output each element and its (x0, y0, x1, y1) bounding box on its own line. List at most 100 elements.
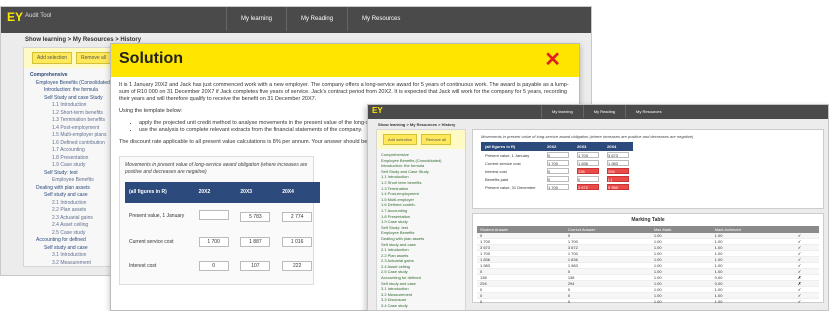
table-cell: 0 (564, 298, 651, 306)
value-cell[interactable]: (-) (607, 176, 629, 182)
table-header: Student Answer (477, 226, 565, 233)
table-cell: 0 (477, 298, 565, 306)
answer-table: (all figures in R) 20X2 20X3 20X4 Presen… (481, 142, 633, 191)
logo-subtitle: Audit Tool (25, 13, 52, 19)
value-cell[interactable] (198, 210, 229, 220)
value-cell[interactable]: 0 (547, 168, 569, 174)
value-cell[interactable]: 1 887 (240, 237, 271, 247)
row-label: Current service cost (129, 238, 174, 245)
table-row: Current service cost 1 700 1 836 1 983 (481, 159, 633, 167)
table-row: Interest cost 0 136 294 (481, 167, 633, 175)
tree-item[interactable]: 1.2 Short-term benefits (30, 110, 116, 118)
value-cell[interactable]: 5 950 (607, 184, 629, 190)
nav-tab-my-resources[interactable]: My Resources (625, 105, 672, 118)
tree-item[interactable]: 2.3 Actuarial gains (30, 215, 116, 223)
nav-tabs: My learning My Reading My Resources (226, 7, 414, 31)
value-cell[interactable]: 107 (240, 261, 271, 271)
sidebar-panel: Add selection Remove all Comprehensive Em… (376, 129, 466, 310)
tree-item[interactable]: 2.5 Case study (30, 230, 116, 238)
remove-all-button[interactable]: Remove all (421, 134, 452, 145)
add-selection-button[interactable]: Add selection (383, 134, 418, 145)
table-header (794, 226, 819, 233)
nav-tabs: My learning My Reading My Resources (541, 105, 672, 118)
top-nav-bar: EY Audit Tool My learning My Reading My … (1, 7, 591, 33)
top-nav-bar: EY My learning My Reading My Resources (368, 105, 828, 119)
tree-item[interactable]: Self Study: test (30, 170, 116, 178)
tree-item[interactable]: 1.1 Introduction (30, 102, 116, 110)
table-header: (all figures in R) (481, 142, 543, 151)
tree-item[interactable]: Employee Benefits (Consolidated) (30, 80, 116, 88)
value-cell[interactable]: 1 700 (198, 237, 229, 247)
close-icon[interactable]: ✕ (544, 47, 561, 72)
nav-tab-my-resources[interactable]: My Resources (347, 7, 414, 31)
row-label: Current service cost (485, 160, 521, 166)
ey-logo: EY (372, 106, 383, 115)
remove-all-button[interactable]: Remove all (76, 52, 112, 64)
value-cell[interactable]: 136 (577, 168, 599, 174)
value-cell[interactable]: 1 836 (577, 160, 599, 166)
tree-item[interactable]: Accounting for defined (30, 237, 116, 245)
sidebar-panel: Add selection Remove all Comprehensive Em… (23, 47, 123, 267)
marking-table: Student Answer Correct Answer Max Mark M… (477, 226, 819, 306)
table-header: 20X2 (194, 182, 237, 203)
table-header: Mark Achieved (711, 226, 795, 233)
problem-text: It is 1 January 20X2 and Jack has just c… (119, 82, 569, 102)
value-cell[interactable]: 2 774 (282, 211, 313, 222)
panel-caption: Movements in present value of long-servi… (481, 134, 694, 139)
modal-header: Solution ✕ (111, 44, 579, 77)
value-cell[interactable]: 1 700 (577, 152, 599, 158)
main-content: Movements in present value of long-servi… (472, 129, 824, 309)
nav-tab-my-learning[interactable]: My learning (226, 7, 286, 31)
row-label: Present value, 31 December (485, 184, 536, 190)
tree-item[interactable]: Employee Benefits (30, 177, 116, 185)
tree-item[interactable]: 1.3 Termination benefits (30, 117, 116, 125)
table-cell: 1.00 (711, 298, 795, 306)
value-cell[interactable]: 1 983 (607, 160, 629, 166)
value-cell[interactable]: 1 700 (547, 160, 569, 166)
value-cell[interactable]: 294 (607, 168, 629, 174)
value-cell[interactable]: 0 (198, 261, 229, 271)
tree-item[interactable]: 1.4 Post-employment (30, 125, 116, 133)
tree-item[interactable]: 1.7 Accounting (30, 147, 116, 155)
value-cell[interactable]: 0 (547, 176, 569, 182)
tree-item[interactable]: Self Study and case Study (30, 95, 116, 103)
value-cell[interactable]: 1 016 (282, 237, 313, 247)
answer-panel: Movements in present value of long-servi… (472, 129, 824, 209)
tree-item[interactable]: 2.4 Asset ceiling (30, 222, 116, 230)
value-cell[interactable]: 3 673 (607, 152, 629, 158)
nav-tab-my-learning[interactable]: My learning (541, 105, 583, 118)
value-cell[interactable]: 0 (577, 176, 599, 182)
tree-item[interactable]: 3.1 Introduction (30, 252, 116, 260)
value-cell[interactable]: 0 (547, 152, 569, 158)
tree-item[interactable]: Comprehensive (30, 72, 116, 80)
ey-logo: EY (7, 10, 24, 24)
tree-item[interactable]: Self study and case (30, 245, 116, 253)
course-tree: Comprehensive Employee Benefits (Consolid… (24, 68, 122, 271)
tree-item[interactable]: 3.2 Measurement (30, 260, 116, 268)
nav-tab-my-reading[interactable]: My Reading (582, 105, 625, 118)
nav-tab-my-reading[interactable]: My Reading (286, 7, 347, 31)
obligation-table: (all figures in R) 20X2 20X3 20X4 Presen… (125, 182, 320, 278)
table-cell: 1.00 (650, 298, 712, 306)
value-cell[interactable]: 3 672 (577, 184, 599, 190)
tree-item[interactable]: 1.6 Defined contribution (30, 140, 116, 148)
tree-item[interactable]: 1.9 Case study (30, 162, 116, 170)
table-row: Present value, 31 December 1 700 3 672 5 95… (481, 183, 633, 191)
sidebar-buttons: Add selection Remove all (24, 48, 122, 68)
tree-item[interactable]: 2.2 Plan assets (30, 207, 116, 215)
table-header: 20X4 (278, 182, 320, 203)
table-header: 20X2 (543, 142, 573, 151)
value-cell[interactable]: 5 783 (240, 211, 271, 222)
value-cell[interactable]: 222 (282, 261, 313, 271)
tree-item[interactable]: 3.4 Case study (381, 303, 461, 309)
tree-item[interactable]: 2.1 Introduction (30, 200, 116, 208)
value-cell[interactable]: 1 700 (547, 184, 569, 190)
row-label: Present value, 1 January (485, 152, 530, 158)
table-row: Benefits paid 0 0 (-) (481, 175, 633, 183)
tree-item[interactable]: Introduction: the formula (30, 87, 116, 95)
tree-item[interactable]: 1.8 Presentation (30, 155, 116, 163)
tree-item[interactable]: Dealing with plan assets (30, 185, 116, 193)
tree-item[interactable]: 1.5 Multi-employer plans (30, 132, 116, 140)
add-selection-button[interactable]: Add selection (32, 52, 73, 64)
tree-item[interactable]: Self study and case (30, 192, 116, 200)
